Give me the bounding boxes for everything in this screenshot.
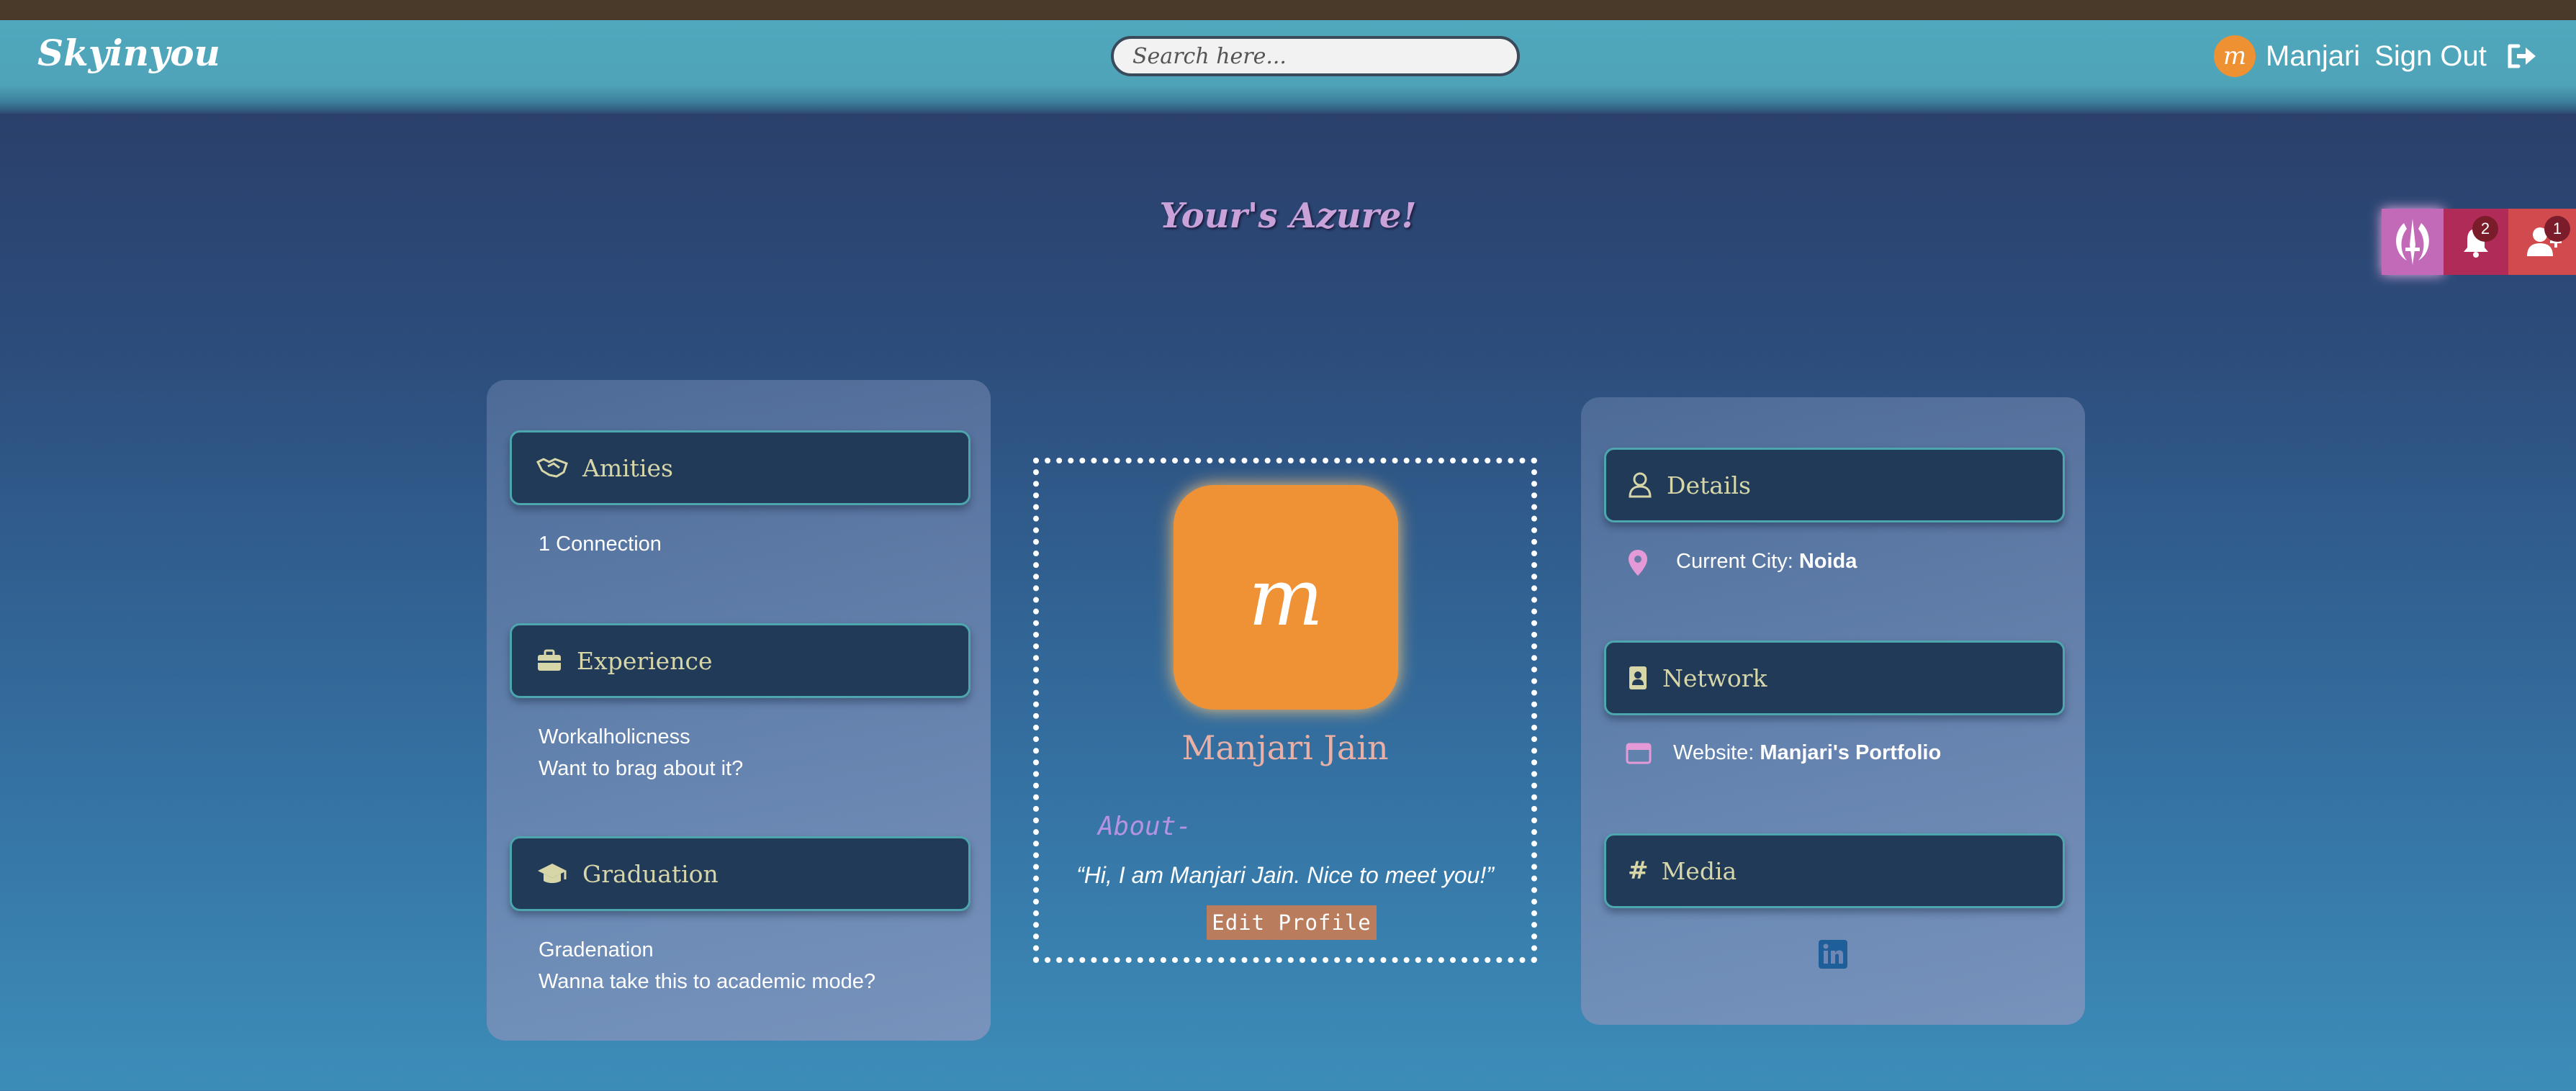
experience-header[interactable]: Experience bbox=[510, 623, 970, 698]
sign-out-link[interactable]: Sign Out bbox=[2374, 40, 2487, 73]
friend-requests-tab[interactable]: 1 bbox=[2508, 209, 2576, 275]
amities-header[interactable]: Amities bbox=[510, 430, 970, 505]
left-panel: Amities 1 Connection Experience Workalho… bbox=[487, 380, 991, 1041]
hashtag-icon: # bbox=[1628, 856, 1649, 885]
experience-title: Experience bbox=[577, 646, 713, 675]
current-city-label: Current City: bbox=[1676, 550, 1799, 573]
details-title: Details bbox=[1667, 471, 1751, 499]
floating-tabs: 2 1 bbox=[2382, 209, 2576, 275]
map-pin-icon bbox=[1629, 550, 1647, 576]
user-name-link[interactable]: Manjari bbox=[2266, 40, 2360, 73]
graduation-line-2: Wanna take this to academic mode? bbox=[539, 970, 876, 993]
profile-name: Manjari Jain bbox=[1181, 728, 1389, 767]
media-title: Media bbox=[1661, 856, 1737, 885]
linkedin-icon[interactable] bbox=[1819, 940, 1847, 969]
user-avatar[interactable]: m bbox=[2214, 35, 2256, 77]
search-input[interactable] bbox=[1111, 36, 1520, 76]
graduation-header[interactable]: Graduation bbox=[510, 836, 970, 911]
navbar: Skyinyou m Manjari Sign Out bbox=[0, 20, 2576, 114]
graduation-title: Graduation bbox=[582, 859, 719, 888]
browser-window-icon bbox=[1626, 743, 1652, 764]
edit-profile-button[interactable]: Edit Profile bbox=[1207, 905, 1377, 940]
amities-title: Amities bbox=[582, 453, 673, 482]
notifications-tab[interactable]: 2 bbox=[2444, 209, 2508, 275]
website: Website: Manjari's Portfolio bbox=[1673, 741, 1941, 765]
jedi-tab[interactable] bbox=[2382, 209, 2444, 275]
right-panel: Details Current City: Noida Network Webs… bbox=[1581, 397, 2085, 1025]
current-city: Current City: Noida bbox=[1676, 550, 1857, 574]
about-quote: “Hi, I am Manjari Jain. Nice to meet you… bbox=[1076, 862, 1494, 888]
jedi-order-icon bbox=[2396, 219, 2429, 265]
profile-card: m Manjari Jain About- “Hi, I am Manjari … bbox=[1033, 458, 1537, 963]
brand-logo[interactable]: Skyinyou bbox=[37, 32, 220, 74]
network-header[interactable]: Network bbox=[1604, 640, 2065, 715]
user-outline-icon bbox=[1629, 472, 1652, 498]
graduation-cap-icon bbox=[538, 864, 567, 883]
sign-out-icon[interactable] bbox=[2507, 42, 2539, 71]
user-menu: m Manjari Sign Out bbox=[2214, 33, 2539, 79]
details-header[interactable]: Details bbox=[1604, 448, 2065, 522]
address-book-icon bbox=[1629, 666, 1647, 689]
current-city-value: Noida bbox=[1798, 550, 1857, 573]
website-link[interactable]: Manjari's Portfolio bbox=[1760, 741, 1941, 764]
experience-line-1: Workalholicness bbox=[539, 725, 690, 748]
network-title: Network bbox=[1662, 664, 1767, 692]
briefcase-icon bbox=[538, 649, 561, 671]
experience-line-2: Want to brag about it? bbox=[539, 757, 744, 780]
handshake-icon bbox=[536, 458, 568, 478]
friend-requests-badge: 1 bbox=[2544, 216, 2570, 242]
amities-text: 1 Connection bbox=[539, 533, 662, 556]
profile-avatar: m bbox=[1174, 485, 1398, 710]
media-header[interactable]: # Media bbox=[1604, 833, 2065, 908]
browser-top-strip bbox=[0, 0, 2576, 20]
about-label: About- bbox=[1098, 812, 1192, 841]
notifications-badge: 2 bbox=[2472, 216, 2498, 242]
page-title: Your's Azure! bbox=[1159, 196, 1417, 236]
graduation-line-1: Gradenation bbox=[539, 938, 654, 961]
website-label: Website: bbox=[1673, 741, 1760, 764]
